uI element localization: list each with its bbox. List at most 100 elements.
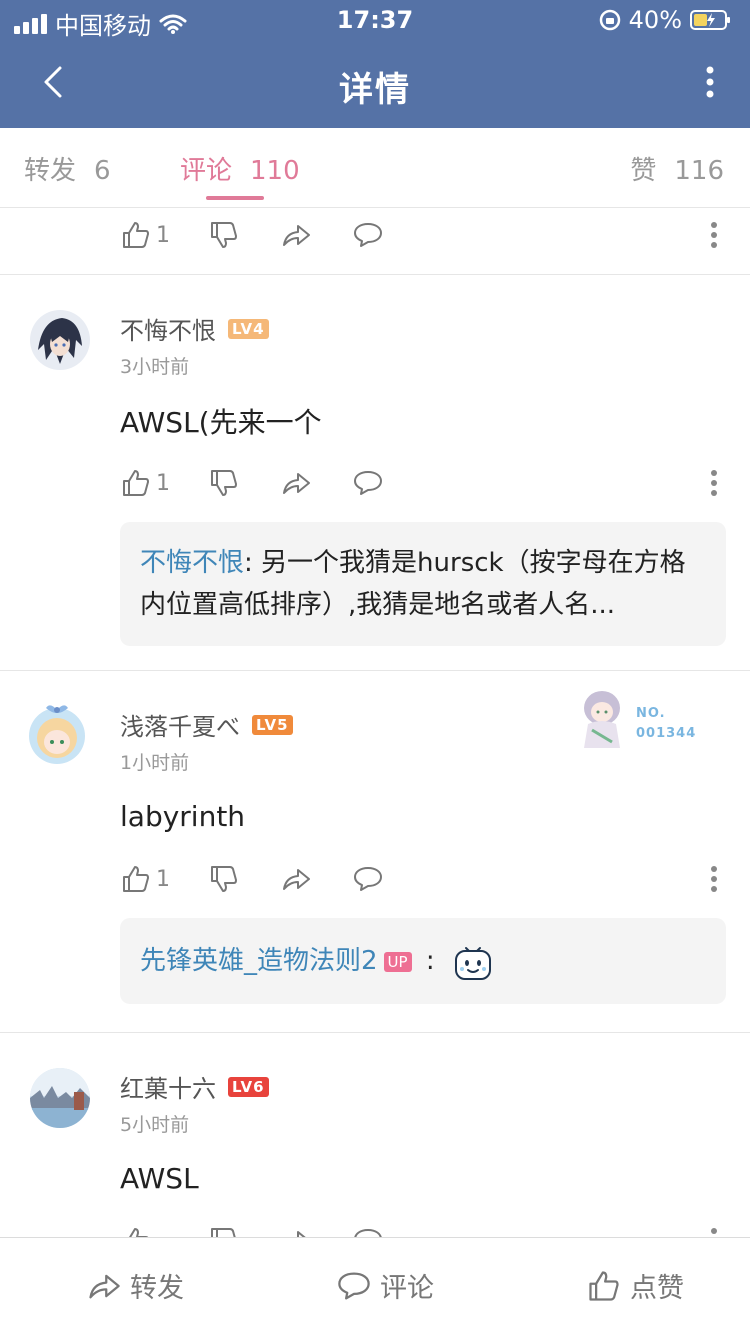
dislike-button[interactable] xyxy=(208,467,280,499)
tv-emoji-icon xyxy=(454,946,491,980)
comment-username[interactable]: 浅落千夏べ LV5 xyxy=(120,707,293,742)
divider xyxy=(0,1032,750,1033)
divider xyxy=(0,274,750,275)
avatar[interactable] xyxy=(30,310,90,370)
bottom-comment-button[interactable]: 评论 xyxy=(336,1266,434,1305)
detail-tabs: 转发 6 评论 110 赞 116 xyxy=(0,128,750,208)
tab-comment-label: 评论 xyxy=(180,156,233,186)
like-count: 1 xyxy=(156,222,170,248)
comment-time: 3小时前 xyxy=(120,356,190,378)
tab-like-count: 116 xyxy=(674,156,724,186)
reply-button[interactable] xyxy=(352,219,392,251)
comment-bubble-icon xyxy=(354,867,382,891)
thumbs-up-icon xyxy=(123,866,149,892)
bottom-comment-label: 评论 xyxy=(380,1273,434,1304)
comment-more-icon[interactable] xyxy=(700,1221,728,1237)
tab-like[interactable]: 赞 116 xyxy=(630,150,724,187)
reply-username[interactable]: 不悔不恨 xyxy=(140,548,244,578)
reply-button[interactable] xyxy=(352,863,392,895)
reply-separator: : xyxy=(244,548,253,578)
comment-more-icon[interactable] xyxy=(700,463,728,503)
dislike-button[interactable] xyxy=(208,863,280,895)
share-button[interactable] xyxy=(280,467,352,499)
username-text: 不悔不恨 xyxy=(120,317,216,345)
share-arrow-icon xyxy=(283,869,310,890)
share-arrow-icon xyxy=(297,1231,306,1237)
fan-badge-text: NO. 001344 xyxy=(636,704,696,744)
comment-bubble-icon xyxy=(354,471,382,495)
reply-preview[interactable]: 不悔不恨: 另一个我猜是hursck（按字母在方格内位置高低排序）,我猜是地名或… xyxy=(120,522,726,646)
comment-username[interactable]: 红菓十六 LV6 xyxy=(120,1069,269,1104)
like-button[interactable]: 1 xyxy=(120,219,208,251)
comment-actions: 1 xyxy=(120,215,392,255)
like-button[interactable]: 1 xyxy=(120,467,208,499)
share-button[interactable] xyxy=(280,863,352,895)
avatar-image xyxy=(30,310,90,370)
like-button[interactable] xyxy=(120,1225,208,1237)
nav-bar: 详情 xyxy=(0,48,750,120)
thumbs-down-icon xyxy=(211,470,237,496)
tab-active-indicator xyxy=(206,196,264,200)
level-badge: LV4 xyxy=(228,318,269,339)
like-count: 1 xyxy=(156,866,170,892)
reply-button[interactable] xyxy=(352,1225,392,1237)
thumbs-down-icon xyxy=(211,866,237,892)
avatar[interactable] xyxy=(22,698,92,768)
thumbs-down-icon xyxy=(211,222,237,248)
avatar-image xyxy=(22,698,92,768)
thumbs-down-icon xyxy=(211,1228,236,1237)
level-badge: LV6 xyxy=(228,1076,269,1097)
comment-time: 1小时前 xyxy=(120,752,190,774)
tab-comment-count: 110 xyxy=(250,156,300,186)
comment-list: 1 不悔不恨 LV4 3小时前 AWSL(先来一个 1 不悔不恨: 另一个我猜是… xyxy=(0,209,750,1237)
battery-percent: 40% xyxy=(628,6,682,34)
tab-comment[interactable]: 评论 110 xyxy=(180,150,300,200)
fan-badge-number: 001344 xyxy=(636,726,697,741)
comment-actions: 1 xyxy=(120,859,392,899)
thumbs-up-icon xyxy=(123,470,149,496)
comment-bubble-icon xyxy=(354,223,382,247)
bottom-like-button[interactable]: 点赞 xyxy=(586,1266,684,1305)
battery-icon xyxy=(690,10,730,30)
avatar[interactable] xyxy=(30,1068,90,1128)
reply-button[interactable] xyxy=(352,467,392,499)
comment-actions: 1 xyxy=(120,463,392,503)
level-badge: LV5 xyxy=(252,714,293,735)
bottom-like-label: 点赞 xyxy=(630,1273,684,1304)
username-text: 浅落千夏べ xyxy=(120,713,240,741)
rotation-lock-icon xyxy=(599,9,620,31)
share-arrow-icon xyxy=(283,225,310,246)
more-vertical-icon[interactable] xyxy=(698,62,722,102)
divider xyxy=(0,670,750,671)
tab-forward-count: 6 xyxy=(94,156,111,186)
page-title: 详情 xyxy=(339,70,411,110)
thumbs-up-icon xyxy=(589,1270,619,1301)
comment-bubble-icon xyxy=(354,1229,382,1237)
comment-more-icon[interactable] xyxy=(700,215,728,255)
fan-badge-figure xyxy=(584,691,620,748)
like-button[interactable]: 1 xyxy=(120,863,208,895)
fan-number-badge: NO. 001344 xyxy=(574,686,714,750)
bottom-forward-button[interactable]: 转发 xyxy=(86,1266,184,1305)
reply-preview[interactable]: 先锋英雄_造物法则2 UP : xyxy=(120,918,726,1004)
comment-actions xyxy=(120,1221,392,1237)
status-right: 40% xyxy=(599,6,732,34)
bottom-forward-label: 转发 xyxy=(130,1273,184,1304)
share-arrow-icon xyxy=(89,1274,120,1298)
reply-username[interactable]: 先锋英雄_造物法则2 xyxy=(140,946,378,976)
reply-separator: : xyxy=(417,946,435,976)
dislike-button[interactable] xyxy=(208,219,280,251)
share-button[interactable] xyxy=(280,1225,352,1237)
share-button[interactable] xyxy=(280,219,352,251)
tab-forward[interactable]: 转发 6 xyxy=(24,150,111,187)
comment-text: AWSL xyxy=(120,1162,199,1195)
fan-badge-label: NO. xyxy=(636,706,666,721)
comment-username[interactable]: 不悔不恨 LV4 xyxy=(120,311,269,346)
comment-more-icon[interactable] xyxy=(700,859,728,899)
header-bar: 中国移动 17:37 40% 详情 xyxy=(0,0,750,128)
tab-like-label: 赞 xyxy=(630,156,657,186)
avatar-image xyxy=(30,1068,90,1128)
detail-page: 中国移动 17:37 40% 详情 转发 6 评论 110 赞 116 1 不悔… xyxy=(0,0,750,1334)
thumbs-up-icon xyxy=(129,1228,149,1237)
dislike-button[interactable] xyxy=(208,1225,280,1237)
